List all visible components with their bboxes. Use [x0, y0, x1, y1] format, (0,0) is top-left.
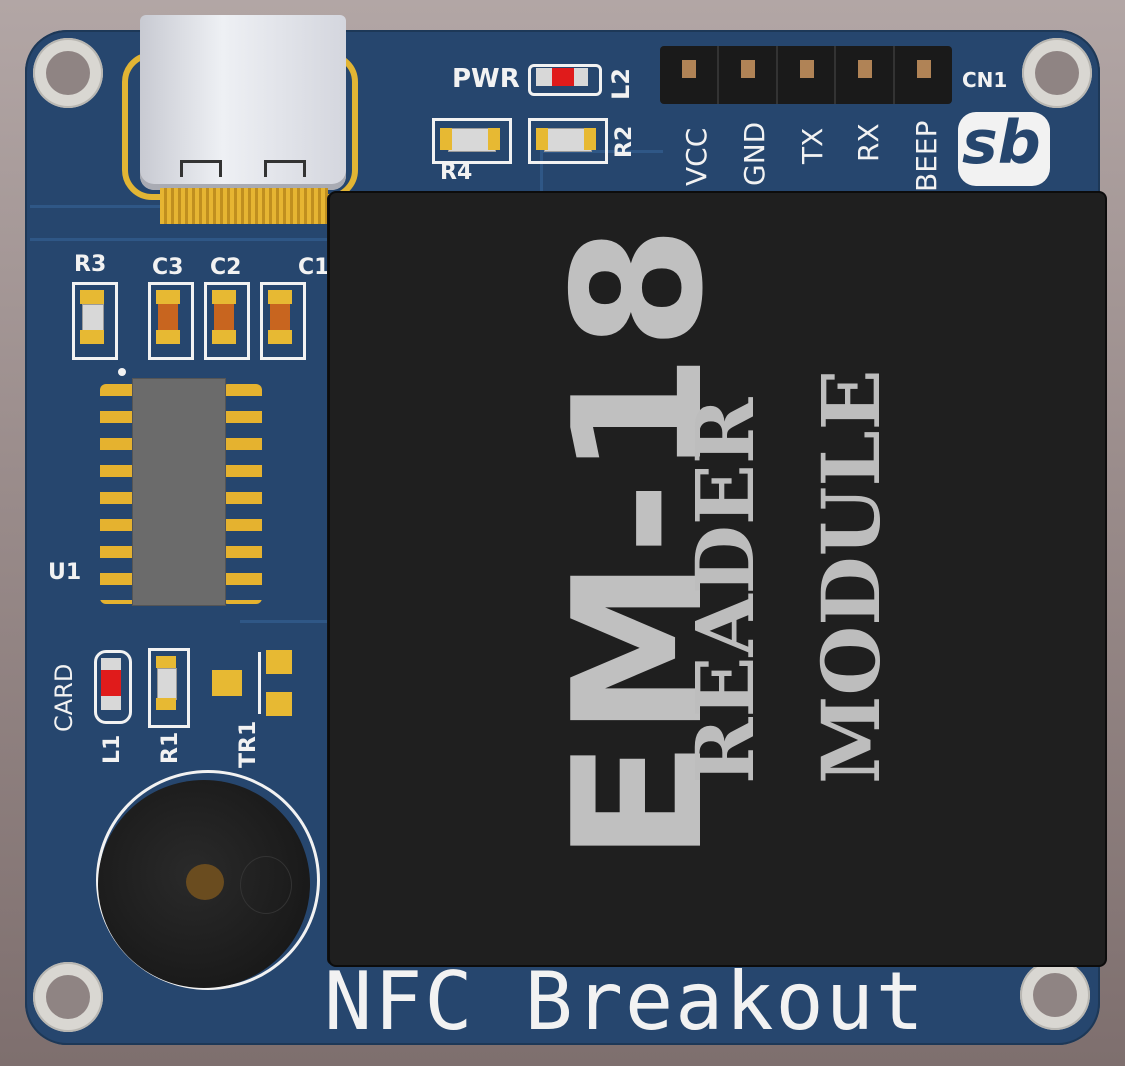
tr1-label: TR1 — [236, 720, 261, 768]
tr1-pad — [212, 670, 242, 696]
usb-c-tab-right — [264, 160, 306, 177]
usb-c-tab-left — [180, 160, 222, 177]
u1-ic-legs-right — [222, 384, 262, 604]
l1-label: L1 — [100, 734, 125, 764]
c1-pad — [268, 330, 292, 344]
r1-resistor — [157, 668, 177, 700]
c2-pad — [212, 330, 236, 344]
r2-pad — [584, 128, 596, 150]
c3-label: C3 — [152, 255, 184, 280]
card-label: CARD — [50, 663, 78, 732]
pin-label-gnd: GND — [738, 121, 771, 186]
mounting-hole-bottom-right — [1020, 960, 1090, 1030]
buzzer-mark — [240, 856, 292, 914]
buzzer-hole — [186, 864, 224, 900]
brand-logo-text: sb — [962, 108, 1041, 178]
c2-pad — [212, 290, 236, 304]
mounting-hole-bottom-left — [33, 962, 103, 1032]
tr1-pad — [266, 650, 292, 674]
pin-label-beep: BEEP — [910, 120, 943, 192]
u1-label: U1 — [48, 560, 82, 585]
header-pin-3[interactable] — [778, 46, 837, 104]
c1-pad — [268, 290, 292, 304]
u1-ic-body — [132, 378, 226, 606]
header-pin-5[interactable] — [895, 46, 952, 104]
u1-pin1-dot — [118, 368, 126, 376]
r2-label: R2 — [612, 125, 637, 158]
r3-label: R3 — [74, 252, 107, 277]
r2-pad — [536, 128, 548, 150]
r1-pad — [156, 656, 176, 668]
c2-capacitor — [214, 304, 234, 330]
r1-pad — [156, 698, 176, 710]
usb-c-shell — [140, 15, 346, 190]
mounting-hole-top-right — [1022, 38, 1092, 108]
pin-header-cn1[interactable] — [660, 46, 952, 104]
header-pin-4[interactable] — [836, 46, 896, 104]
c2-label: C2 — [210, 255, 242, 280]
r3-pad — [80, 330, 104, 344]
usb-c-pins — [160, 188, 328, 224]
header-pin-1[interactable] — [660, 46, 719, 104]
c3-pad — [156, 290, 180, 304]
header-pin-2[interactable] — [719, 46, 778, 104]
tr1-pad — [266, 692, 292, 716]
module-line-reader: READER — [678, 397, 772, 784]
r4-label: R4 — [440, 160, 473, 185]
r3-pad — [80, 290, 104, 304]
r1-label: R1 — [158, 731, 183, 764]
c1-label: C1 — [298, 255, 330, 280]
module-line-module: MODULE — [804, 369, 898, 784]
pwr-led-light — [552, 68, 574, 86]
r4-pad — [440, 128, 452, 150]
cn1-label: CN1 — [962, 68, 1008, 92]
pwr-label: PWR — [452, 64, 520, 94]
board-title: NFC Breakout — [324, 955, 926, 1048]
l2-label: L2 — [607, 68, 635, 100]
c3-capacitor — [158, 304, 178, 330]
pin-label-tx: TX — [796, 127, 829, 164]
r3-resistor — [82, 304, 104, 332]
l1-led-light — [101, 670, 121, 696]
mounting-hole-top-left — [33, 38, 103, 108]
pin-label-vcc: VCC — [680, 127, 713, 186]
pin-label-rx: RX — [852, 123, 885, 162]
c1-capacitor — [270, 304, 290, 330]
r4-pad — [488, 128, 500, 150]
c3-pad — [156, 330, 180, 344]
